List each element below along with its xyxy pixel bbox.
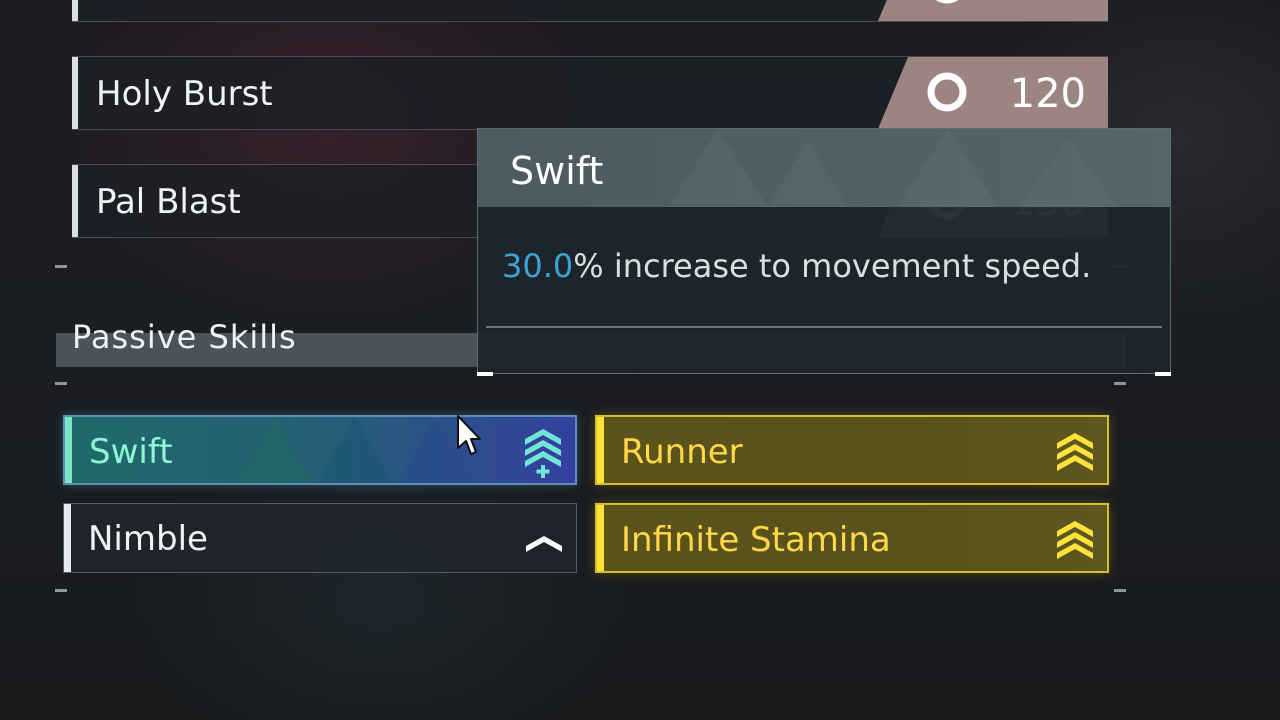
triple-chevron-plus-icon	[525, 429, 561, 478]
triple-chevron-icon	[1057, 521, 1093, 559]
element-ring-icon	[927, 0, 967, 4]
tooltip-title: Swift	[510, 149, 604, 193]
passive-skill-swift[interactable]: Swift	[63, 415, 577, 485]
tooltip-description-text: % increase to movement speed.	[573, 247, 1092, 285]
frame-tick	[55, 589, 67, 592]
single-chevron-icon	[526, 536, 562, 552]
passive-skill-nimble[interactable]: Nimble	[63, 503, 577, 573]
frame-tick	[55, 265, 67, 268]
passive-skill-infinite-stamina[interactable]: Infinite Stamina	[595, 503, 1109, 573]
active-skill-name: Holy Burst	[96, 74, 273, 114]
active-skill-power-badge: 120	[878, 57, 1108, 129]
active-skill-name: Pal Blast	[96, 182, 241, 222]
mouse-cursor-icon	[457, 415, 481, 455]
tooltip-corner-left	[477, 372, 493, 376]
passive-skill-name: Swift	[89, 432, 173, 472]
passive-skill-name: Nimble	[88, 519, 208, 559]
frame-tick	[1114, 589, 1126, 592]
passive-skills-title: Passive Skills	[72, 318, 297, 356]
triple-chevron-icon	[1057, 433, 1093, 471]
active-skill-power-value: 120	[1009, 71, 1086, 117]
tooltip-header: Swift	[478, 129, 1170, 207]
active-skill-row-air-blade[interactable]: Air Blade	[72, 0, 1108, 22]
active-skill-power-badge	[878, 0, 1108, 21]
passive-skill-runner[interactable]: Runner	[595, 415, 1109, 485]
frame-tick	[55, 382, 67, 385]
tooltip-description: 30.0% increase to movement speed.	[502, 247, 1091, 285]
tooltip-divider	[486, 326, 1162, 328]
tooltip-corner-right	[1155, 372, 1171, 376]
tooltip-value: 30.0	[502, 247, 574, 285]
active-skill-row-holy-burst[interactable]: Holy Burst 120	[72, 56, 1108, 130]
frame-tick	[1114, 382, 1126, 385]
active-skill-name: Air Blade	[96, 0, 250, 21]
passive-skill-name: Infinite Stamina	[621, 520, 891, 560]
element-ring-icon	[927, 72, 967, 112]
passive-skill-name: Runner	[621, 432, 743, 472]
skill-tooltip: Swift 30.0% increase to movement speed.	[477, 128, 1171, 376]
